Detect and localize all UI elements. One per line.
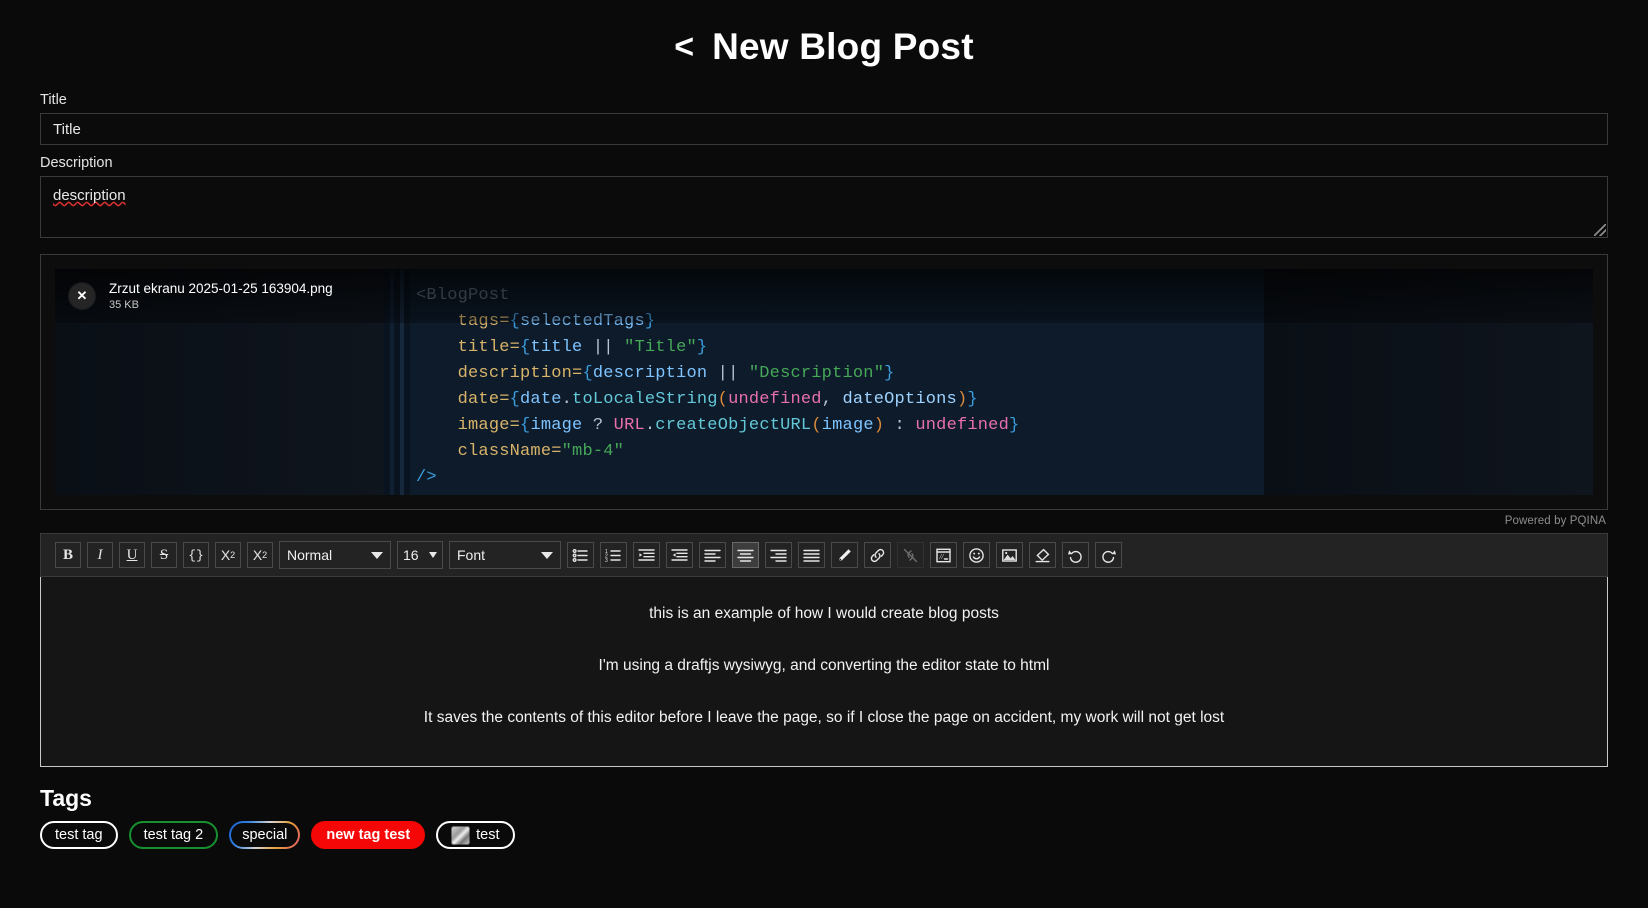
chevron-down-icon [371,551,383,559]
description-value: description [53,187,126,204]
svg-text:3: 3 [605,557,608,563]
tag-chip[interactable]: special [229,821,301,849]
svg-text://: // [939,553,945,561]
strikethrough-button[interactable]: S [151,542,177,568]
tag-label: test tag [55,827,103,843]
italic-button[interactable]: I [87,542,113,568]
unlink-icon[interactable] [897,542,924,568]
code-line: date={date.toLocaleString(undefined, dat… [457,390,978,409]
align-justify-icon[interactable] [798,542,825,568]
filepond-credit: Powered by PQINA [1504,515,1606,527]
font-size-value: 16 [403,547,419,563]
font-family-dropdown[interactable]: Font [449,541,561,569]
indent-icon[interactable] [633,542,660,568]
code-line: description={description || "Description… [457,364,895,383]
font-size-dropdown[interactable]: 16 [397,541,443,569]
new-blog-post-page: < New Blog Post Title Description descri… [0,0,1648,908]
tags-heading: Tags [40,785,92,811]
tag-label: special [231,823,299,847]
page-header: < New Blog Post [40,0,1608,82]
text-style-buttons: B I U S{} [55,542,209,568]
tag-label: test tag 2 [143,827,204,843]
align-center-icon[interactable] [732,542,759,568]
align-left-icon[interactable] [699,542,726,568]
block-type-value: Normal [287,547,333,563]
title-input[interactable] [40,113,1608,145]
file-name: Zrzut ekranu 2025-01-25 163904.png [109,281,333,297]
file-meta: Zrzut ekranu 2025-01-25 163904.png 35 KB [109,281,333,311]
embedded-media-icon[interactable]: // [930,542,957,568]
code-line: /> [416,468,437,487]
ordered-list-icon[interactable]: 123 [600,542,627,568]
outdent-icon[interactable] [666,542,693,568]
description-input[interactable]: description [40,176,1608,238]
code-block-button[interactable]: {} [183,542,209,568]
subscript-index: 2 [262,550,268,560]
editor-paragraph: this is an example of how I would create… [649,605,999,622]
link-icon[interactable] [864,542,891,568]
tag-list: test tag test tag 2 special new tag test tes… [40,821,1608,849]
subscript-button[interactable]: X2 [247,542,273,568]
description-wrapper: description [40,176,1608,238]
toolbar-icon-buttons: 1 2 3 // [567,542,1122,568]
chevron-down-icon [541,551,553,559]
tag-label: new tag test [326,827,411,843]
emoji-icon[interactable] [963,542,990,568]
tag-chip[interactable]: test tag 2 [128,821,219,849]
editor-content-area[interactable]: this is an example of how I would create… [40,577,1608,767]
code-line: title={title || "Title"} [457,338,708,357]
file-upload-item[interactable]: <BlogPost tags={selectedTags} title={tit… [55,269,1593,495]
font-family-value: Font [457,547,486,563]
chevron-down-icon [429,552,437,558]
block-type-dropdown[interactable]: Normal [279,541,391,569]
file-size: 35 KB [109,298,139,311]
building-emoji-icon [451,825,471,845]
underline-button[interactable]: U [119,542,145,568]
editor-paragraph: I'm using a draftjs wysiwyg, and convert… [598,657,1050,674]
subscript-label: X [252,547,263,563]
remove-format-icon[interactable] [1029,542,1056,568]
tag-chip[interactable]: test tag [40,821,118,849]
superscript-button[interactable]: X2 [215,542,241,568]
file-info-bar: ✕ Zrzut ekranu 2025-01-25 163904.png 35 … [55,269,1593,323]
page-title: New Blog Post [712,26,974,67]
editor-toolbar: B I U S{} X2 X2 Normal 16 Font 1 2 3// [40,533,1608,577]
text-color-icon[interactable] [831,542,858,568]
undo-icon[interactable] [1062,542,1089,568]
code-line: image={image ? URL.createObjectURL(image… [457,416,1020,435]
redo-icon[interactable] [1095,542,1122,568]
tag-chip[interactable]: new tag test [311,821,426,849]
description-label: Description [40,155,113,171]
remove-file-button[interactable]: ✕ [69,283,95,309]
editor-paragraph: It saves the contents of this editor bef… [423,709,1225,726]
file-upload-panel[interactable]: <BlogPost tags={selectedTags} title={tit… [40,254,1608,510]
superscript-exponent: 2 [230,550,236,560]
tag-chip[interactable]: test [436,821,515,849]
code-line: className="mb-4" [457,442,625,461]
unordered-list-icon[interactable] [567,542,594,568]
align-right-icon[interactable] [765,542,792,568]
image-icon[interactable] [996,542,1023,568]
title-label: Title [40,92,67,108]
tag-label: test [476,827,500,843]
superscript-label: X [220,547,231,563]
bold-button[interactable]: B [55,542,81,568]
back-chevron-icon[interactable]: < [674,30,694,64]
